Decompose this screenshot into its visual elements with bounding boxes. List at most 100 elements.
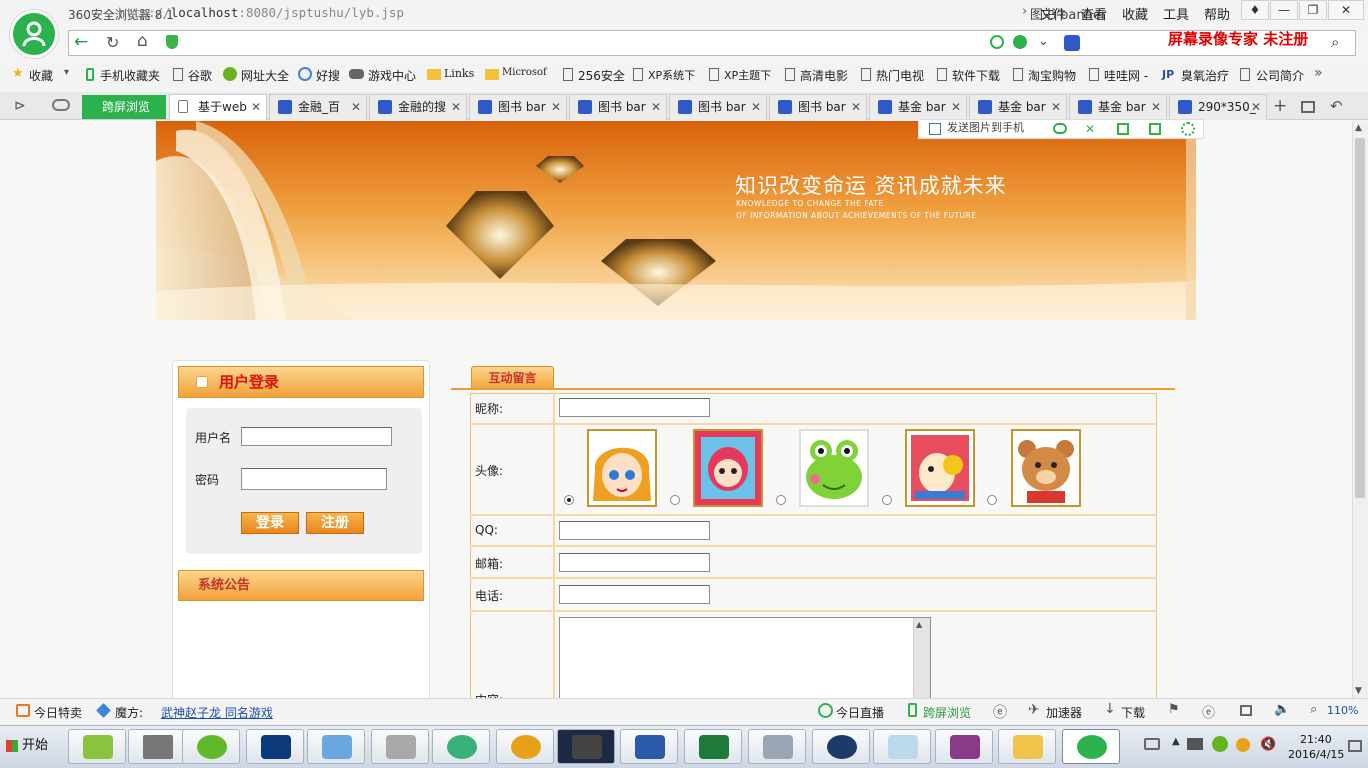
tab-close-icon[interactable]: ✕ (1051, 95, 1061, 119)
qq-icon[interactable] (1236, 738, 1250, 752)
bookmark-256[interactable]: 256安全 (578, 67, 625, 84)
taskbar-winrar[interactable] (935, 729, 993, 764)
menu-favorites[interactable]: 收藏 (1122, 4, 1148, 23)
skin-button[interactable]: ♦ (1241, 0, 1269, 20)
status-daily-deals[interactable]: 今日特卖 (34, 704, 82, 721)
clock-time[interactable]: 21:40 (1300, 733, 1332, 746)
taskbar-camera[interactable] (128, 729, 186, 764)
zoom-level[interactable]: 110% (1327, 704, 1358, 717)
speed-icon[interactable] (990, 35, 1004, 49)
tray-expand-icon[interactable]: ▲ (1172, 736, 1180, 747)
mute-icon[interactable]: 🔇 (1260, 737, 1276, 752)
tab[interactable]: 290*350_ ✕ (1169, 94, 1267, 120)
chevron-down-icon[interactable]: ▾ (64, 67, 69, 78)
taskbar-360-browser[interactable] (1062, 729, 1120, 764)
sound-icon[interactable]: 🔈 (1274, 702, 1290, 717)
bookmark-links[interactable]: Links (444, 67, 474, 80)
register-button[interactable]: 注册 (306, 512, 364, 534)
guard-icon[interactable] (1212, 736, 1228, 752)
ie-icon[interactable]: ⓔ (993, 702, 1007, 722)
clock-date[interactable]: 2016/4/15 (1288, 748, 1344, 761)
email-input[interactable] (559, 553, 710, 572)
tab-close-icon[interactable]: ✕ (851, 95, 861, 119)
menu-help[interactable]: 帮助 (1204, 4, 1230, 23)
avatar-radio-4[interactable] (882, 495, 892, 505)
restore-button[interactable]: ❐ (1299, 0, 1327, 20)
status-ad-link[interactable]: 武神赵子龙 同名游戏 (161, 704, 273, 721)
browser-logo-icon[interactable] (10, 10, 58, 58)
tab[interactable]: 基金 bar ✕ (869, 94, 967, 120)
tab-cross-screen[interactable]: 跨屏浏览 (82, 95, 166, 119)
dropdown-chevron-icon[interactable]: ⌄ (1038, 34, 1049, 49)
status-accelerator[interactable]: 加速器 (1046, 704, 1082, 721)
close-button[interactable]: ✕ (1328, 0, 1364, 20)
tab[interactable]: 基金 bar ✕ (1069, 94, 1167, 120)
settings-icon[interactable] (1181, 122, 1195, 136)
cloud-icon[interactable] (52, 99, 70, 111)
taskbar-stack[interactable] (496, 729, 554, 764)
network-icon[interactable] (1187, 738, 1203, 750)
bookmark-tv[interactable]: 热门电视 (876, 67, 924, 84)
scrollbar-thumb[interactable] (1355, 138, 1365, 498)
zoom-icon[interactable]: ⌕ (1310, 702, 1317, 717)
more-bookmarks-icon[interactable]: » (1314, 65, 1323, 81)
taskbar-word[interactable] (620, 729, 678, 764)
avatar-image-girl[interactable] (587, 429, 657, 507)
tab-close-icon[interactable]: ✕ (651, 95, 661, 119)
bookmark-movies[interactable]: 高清电影 (800, 67, 848, 84)
avatar-radio-1[interactable] (564, 495, 574, 505)
keyboard-icon[interactable] (1144, 738, 1160, 750)
taskbar-app-green[interactable] (432, 729, 490, 764)
undo-close-icon[interactable]: ↶ (1330, 97, 1343, 115)
avatar-image-bird[interactable] (905, 429, 975, 507)
url-input[interactable]: http://localhost:8080/jsptushu/lyb.jsp (118, 5, 404, 20)
username-input[interactable] (241, 427, 392, 446)
taskbar-excel[interactable] (684, 729, 742, 764)
minimize-button[interactable]: — (1270, 0, 1298, 20)
search-engine-icon[interactable] (1064, 35, 1080, 51)
tab[interactable]: 图书 bar ✕ (669, 94, 767, 120)
tab[interactable]: 基金 bar ✕ (969, 94, 1067, 120)
taskbar-app-blue[interactable] (307, 729, 365, 764)
tab-close-icon[interactable]: ✕ (551, 95, 561, 119)
phone-input[interactable] (559, 585, 710, 604)
status-cross-screen[interactable]: 跨屏浏览 (923, 704, 971, 721)
bookmark-microsoft[interactable]: Microsof (502, 67, 547, 78)
share-icon[interactable] (1149, 123, 1161, 135)
content-textarea[interactable] (559, 617, 931, 707)
bookmark-software[interactable]: 软件下载 (952, 67, 1000, 84)
tab[interactable]: 金融_百 ✕ (269, 94, 367, 120)
status-download[interactable]: 下载 (1121, 704, 1145, 721)
tab-close-icon[interactable]: ✕ (351, 95, 361, 119)
bookmark-favorites[interactable]: 收藏 (29, 67, 53, 84)
qq-input[interactable] (559, 521, 710, 540)
tab-close-icon[interactable]: ✕ (751, 95, 761, 119)
ie-mode-icon[interactable]: ⓔ (1202, 702, 1215, 721)
save-image-icon[interactable] (1117, 123, 1129, 135)
scroll-down-icon[interactable]: ▼ (1355, 686, 1362, 696)
new-tab-icon[interactable]: + (1273, 96, 1287, 116)
tab-list-icon[interactable] (1301, 101, 1315, 113)
bookmark-wawa[interactable]: 哇哇网 - (1104, 67, 1148, 84)
bookmark-ozone[interactable]: 臭氧治疗 (1181, 67, 1229, 84)
tab-close-icon[interactable]: ✕ (1151, 95, 1161, 119)
send-to-phone-label[interactable]: 发送图片到手机 (947, 121, 1024, 134)
taskbar-computer[interactable] (748, 729, 806, 764)
avatar-radio-3[interactable] (776, 495, 786, 505)
tab[interactable]: 图书 bar ✕ (569, 94, 667, 120)
password-input[interactable] (241, 468, 387, 490)
bookmark-taobao[interactable]: 淘宝购物 (1028, 67, 1076, 84)
avatar-radio-2[interactable] (670, 495, 680, 505)
tab[interactable]: 金融的搜 ✕ (369, 94, 467, 120)
tab[interactable]: 图书 bar ✕ (769, 94, 867, 120)
flag-icon[interactable]: ⚑ (1168, 702, 1180, 717)
home-icon[interactable]: ⌂ (137, 31, 148, 51)
sidebar-toggle-icon[interactable]: ⊳ (14, 98, 26, 114)
tab-close-icon[interactable]: ✕ (1251, 95, 1261, 119)
taskbar-android[interactable] (68, 729, 126, 764)
bookmark-games[interactable]: 游戏中心 (368, 67, 416, 84)
bookmark-sites[interactable]: 网址大全 (241, 67, 289, 84)
avatar-image-frog[interactable] (799, 429, 869, 507)
nickname-input[interactable] (559, 398, 710, 417)
phone-send-icon[interactable] (929, 123, 941, 135)
